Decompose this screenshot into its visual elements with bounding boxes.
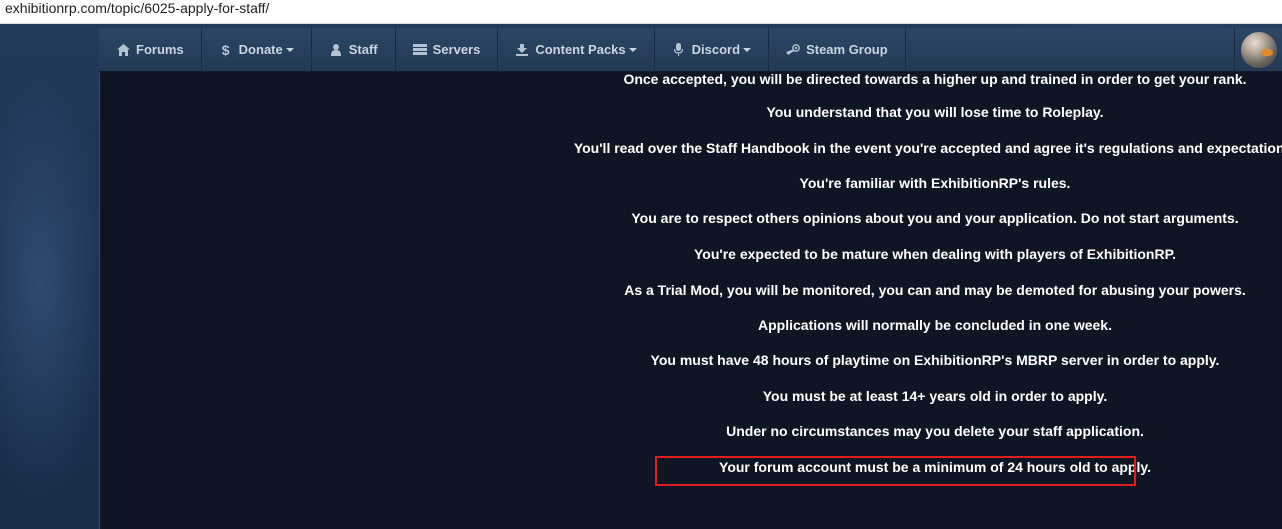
rule-text: As a Trial Mod, you will be monitored, y… — [624, 282, 1246, 298]
rule-text: You understand that you will lose time t… — [766, 104, 1104, 120]
nav-label-steam-group: Steam Group — [806, 42, 888, 57]
chevron-down-icon — [743, 48, 752, 52]
browser-address-bar[interactable]: exhibitionrp.com/topic/6025-apply-for-st… — [0, 0, 1282, 24]
user-icon — [329, 43, 343, 56]
nav-label-staff: Staff — [348, 42, 378, 57]
avatar-image-detail — [1260, 48, 1273, 56]
nav-label-donate: Donate — [238, 42, 283, 57]
home-icon — [116, 43, 130, 56]
user-menu[interactable] — [1234, 28, 1282, 71]
rule-text: You must be at least 14+ years old in or… — [762, 388, 1108, 404]
highlight-box — [655, 456, 1136, 486]
nav-item-servers[interactable]: Servers — [396, 28, 499, 71]
server-icon — [412, 44, 427, 55]
rule-text: You're expected to be mature when dealin… — [693, 246, 1176, 262]
rule-text: Once accepted, you will be directed towa… — [623, 71, 1247, 87]
nav-label-content-packs: Content Packs — [535, 42, 626, 57]
nav-label-servers: Servers — [432, 42, 481, 57]
nav-label-forums: Forums — [136, 42, 184, 57]
avatar[interactable] — [1240, 31, 1277, 68]
nav-item-staff[interactable]: Staff — [312, 28, 396, 71]
nav-item-forums[interactable]: Forums — [99, 28, 202, 71]
post-content: Once accepted, you will be directed towa… — [99, 71, 1282, 529]
chevron-down-icon — [628, 48, 637, 52]
nav-item-discord[interactable]: Discord — [655, 28, 770, 71]
rule-text: Applications will normally be concluded … — [758, 317, 1112, 333]
rule-text: You must have 48 hours of playtime on Ex… — [650, 352, 1220, 368]
dollar-icon: $ — [221, 41, 230, 58]
main-navbar: Forums $ Donate Staff Servers Content Pa… — [99, 28, 1282, 72]
nav-label-discord: Discord — [691, 42, 741, 57]
nav-item-donate[interactable]: $ Donate — [202, 28, 312, 71]
chevron-down-icon — [285, 48, 294, 52]
microphone-icon — [672, 43, 686, 56]
nav-item-content-packs[interactable]: Content Packs — [498, 28, 655, 71]
rule-text: Under no circumstances may you delete yo… — [726, 423, 1144, 439]
rule-text: You'll read over the Staff Handbook in t… — [573, 140, 1282, 156]
url-text[interactable]: exhibitionrp.com/topic/6025-apply-for-st… — [5, 0, 269, 17]
download-icon — [515, 43, 529, 56]
rule-text: You're familiar with ExhibitionRP's rule… — [799, 175, 1071, 191]
nav-item-steam-group[interactable]: Steam Group — [769, 28, 906, 71]
rule-text: You are to respect others opinions about… — [631, 210, 1239, 226]
steam-icon — [786, 43, 800, 56]
